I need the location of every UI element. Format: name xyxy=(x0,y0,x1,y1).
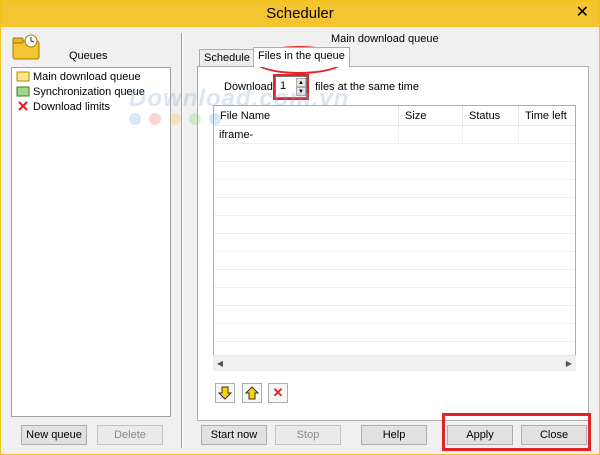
table-row-empty xyxy=(214,253,575,270)
download-limits-icon xyxy=(18,101,28,111)
start-now-button[interactable]: Start now xyxy=(201,425,267,445)
help-button[interactable]: Help xyxy=(361,425,427,445)
delete-queue-button[interactable]: Delete xyxy=(97,425,163,445)
sync-queue-icon xyxy=(16,86,30,97)
table-row[interactable]: iframe- xyxy=(214,127,575,144)
watermark-dots xyxy=(129,113,229,128)
new-queue-button[interactable]: New queue xyxy=(21,425,87,445)
queue-item-label: Download limits xyxy=(33,101,111,113)
title-bar[interactable]: Scheduler ✕ xyxy=(1,1,599,27)
table-row-empty xyxy=(214,307,575,324)
table-row-empty xyxy=(214,271,575,288)
queue-item-download-limits[interactable]: Download limits xyxy=(16,100,110,114)
queue-item-main-download[interactable]: Main download queue xyxy=(16,70,141,84)
column-header-size[interactable]: Size xyxy=(399,106,463,126)
move-up-button[interactable] xyxy=(242,383,262,403)
queue-item-synchronization[interactable]: Synchronization queue xyxy=(16,85,145,99)
delete-file-icon: ✕ xyxy=(272,385,284,400)
queues-heading: Queues xyxy=(69,50,108,62)
table-row-empty xyxy=(214,325,575,342)
table-row-empty xyxy=(214,199,575,216)
window-title: Scheduler xyxy=(266,5,334,22)
cell-status xyxy=(463,127,519,144)
scheduler-folder-icon xyxy=(12,34,40,60)
close-icon[interactable]: ✕ xyxy=(576,5,589,21)
move-down-button[interactable] xyxy=(215,383,235,403)
files-table[interactable]: File Name Size Status Time left iframe- xyxy=(213,105,576,371)
selected-queue-title: Main download queue xyxy=(331,33,439,45)
table-row-empty xyxy=(214,235,575,252)
cell-size xyxy=(399,127,463,144)
table-row-empty xyxy=(214,163,575,180)
horizontal-scrollbar[interactable]: ◀ ▶ xyxy=(213,355,576,371)
table-row-empty xyxy=(214,217,575,234)
move-up-icon xyxy=(244,386,260,400)
delete-file-button[interactable]: ✕ xyxy=(268,383,288,403)
table-row-empty xyxy=(214,145,575,162)
column-header-status[interactable]: Status xyxy=(463,106,519,126)
scroll-left-icon[interactable]: ◀ xyxy=(215,358,225,370)
move-down-icon xyxy=(217,386,233,400)
column-header-time-left[interactable]: Time left xyxy=(519,106,575,126)
tab-files-in-queue[interactable]: Files in the queue xyxy=(253,47,350,67)
queue-folder-icon xyxy=(16,71,30,82)
scheduler-window: Scheduler ✕ Queues Main download queue S… xyxy=(0,0,600,455)
tab-schedule[interactable]: Schedule xyxy=(199,49,255,67)
cell-file-name: iframe- xyxy=(214,127,399,144)
stop-button[interactable]: Stop xyxy=(275,425,341,445)
table-row-empty xyxy=(214,181,575,198)
queue-item-label: Main download queue xyxy=(33,71,141,83)
highlight-buttons-annotation xyxy=(442,413,591,451)
scroll-right-icon[interactable]: ▶ xyxy=(564,358,574,370)
cell-time-left xyxy=(519,127,575,144)
table-row-empty xyxy=(214,289,575,306)
watermark-text: Download.com.vn xyxy=(129,85,350,112)
